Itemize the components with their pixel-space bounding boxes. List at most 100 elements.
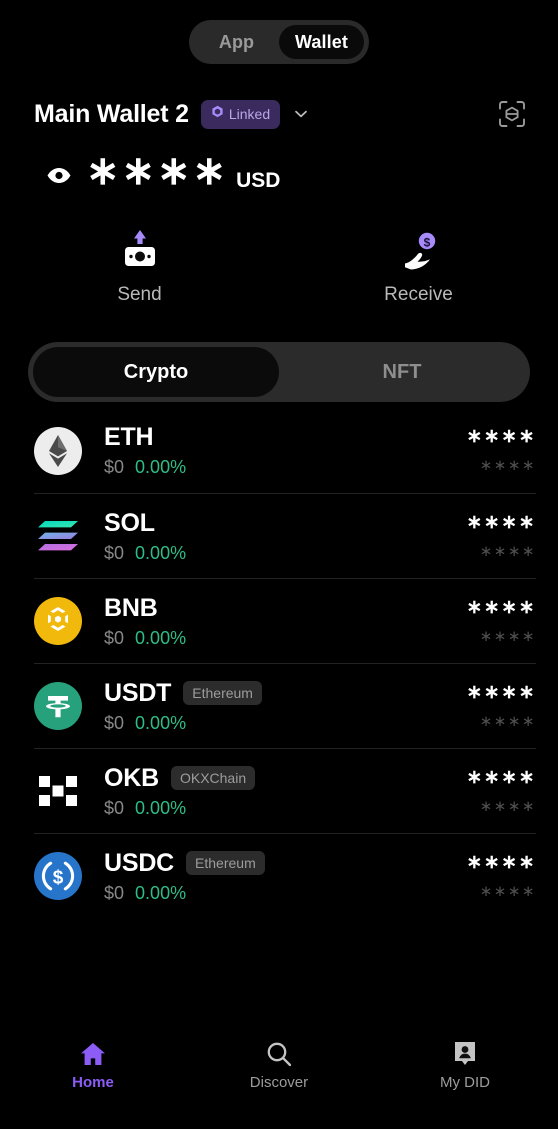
toggle-option-wallet[interactable]: Wallet bbox=[279, 25, 364, 59]
app-wallet-toggle[interactable]: App Wallet bbox=[189, 20, 369, 64]
nav-label-discover: Discover bbox=[249, 1074, 309, 1091]
token-value-masked: ∗∗∗∗ bbox=[479, 797, 536, 815]
toggle-option-app[interactable]: App bbox=[194, 25, 279, 59]
token-list: ETH $0 0.00% ∗∗∗∗ ∗∗∗∗ SOL $0 0.00% ∗∗∗∗… bbox=[0, 408, 558, 1129]
asset-type-tabs[interactable]: Crypto NFT bbox=[28, 342, 530, 402]
token-symbol: SOL bbox=[104, 508, 155, 537]
token-title-row: BNB bbox=[104, 594, 456, 623]
token-info: USDC Ethereum $0 0.00% bbox=[104, 849, 456, 904]
linked-badge-label: Linked bbox=[228, 106, 271, 122]
token-title-row: USDT Ethereum bbox=[104, 679, 456, 708]
tab-crypto[interactable]: Crypto bbox=[33, 347, 279, 397]
token-change: 0.00% bbox=[135, 797, 187, 818]
asset-tabs-wrapper: Crypto NFT bbox=[0, 306, 558, 402]
linked-status-badge[interactable]: Linked bbox=[200, 99, 281, 129]
balance-currency: USD bbox=[236, 169, 281, 192]
token-value-masked: ∗∗∗∗ bbox=[479, 627, 536, 645]
token-change: 0.00% bbox=[135, 542, 187, 563]
token-balance: ∗∗∗∗ ∗∗∗∗ bbox=[456, 851, 536, 899]
token-info: OKB OKXChain $0 0.00% bbox=[104, 764, 456, 819]
token-symbol: USDT bbox=[104, 678, 172, 707]
id-badge-icon bbox=[452, 1039, 478, 1069]
receive-label: Receive bbox=[384, 284, 453, 305]
okb-icon bbox=[34, 767, 82, 815]
solana-icon bbox=[34, 512, 82, 560]
token-balance: ∗∗∗∗ ∗∗∗∗ bbox=[456, 681, 536, 730]
search-icon bbox=[265, 1039, 293, 1069]
token-symbol: OKB bbox=[104, 763, 159, 792]
token-price: $0 bbox=[104, 797, 125, 818]
token-value-masked: ∗∗∗∗ bbox=[479, 712, 536, 730]
home-icon bbox=[79, 1039, 107, 1069]
table-row[interactable]: USDT Ethereum $0 0.00% ∗∗∗∗ ∗∗∗∗ bbox=[34, 663, 536, 748]
wallet-header: Main Wallet 2 Linked bbox=[0, 64, 558, 130]
token-change: 0.00% bbox=[135, 712, 187, 733]
table-row[interactable]: ETH $0 0.00% ∗∗∗∗ ∗∗∗∗ bbox=[34, 408, 536, 493]
token-sub: $0 0.00% bbox=[104, 713, 456, 734]
token-change: 0.00% bbox=[135, 627, 187, 648]
send-money-icon bbox=[113, 226, 167, 278]
scan-code-icon[interactable] bbox=[496, 98, 528, 130]
receive-button[interactable]: $ Receive bbox=[279, 226, 558, 306]
token-price: $0 bbox=[104, 712, 125, 733]
token-price: $0 bbox=[104, 457, 125, 477]
token-symbol: BNB bbox=[104, 593, 158, 622]
svg-text:$: $ bbox=[423, 236, 430, 250]
token-change: 0.00% bbox=[135, 882, 187, 903]
nav-item-my-did[interactable]: My DID bbox=[372, 1039, 558, 1091]
bnb-icon bbox=[34, 597, 82, 645]
tab-nft[interactable]: NFT bbox=[279, 347, 525, 397]
token-sub: $0 0.00% bbox=[104, 798, 456, 819]
token-balance: ∗∗∗∗ ∗∗∗∗ bbox=[456, 426, 536, 474]
balance-row: ∗∗∗∗ USD bbox=[0, 130, 558, 192]
token-amount-masked: ∗∗∗∗ bbox=[466, 511, 536, 533]
token-balance: ∗∗∗∗ ∗∗∗∗ bbox=[456, 596, 536, 645]
nav-item-discover[interactable]: Discover bbox=[186, 1039, 372, 1091]
token-sub: $0 0.00% bbox=[104, 883, 456, 904]
token-amount-masked: ∗∗∗∗ bbox=[466, 766, 536, 788]
top-toggle-bar: App Wallet bbox=[0, 0, 558, 64]
chain-badge: OKXChain bbox=[170, 766, 256, 790]
hexagon-icon bbox=[211, 105, 224, 124]
chevron-down-icon[interactable] bbox=[292, 105, 310, 123]
token-info: BNB $0 0.00% bbox=[104, 594, 456, 649]
chain-badge: Ethereum bbox=[183, 681, 262, 705]
token-balance: ∗∗∗∗ ∗∗∗∗ bbox=[456, 511, 536, 560]
token-info: USDT Ethereum $0 0.00% bbox=[104, 679, 456, 734]
table-row[interactable]: OKB OKXChain $0 0.00% ∗∗∗∗ ∗∗∗∗ bbox=[34, 748, 536, 833]
wallet-name[interactable]: Main Wallet 2 bbox=[34, 100, 189, 129]
token-sub: $0 0.00% bbox=[104, 457, 456, 478]
token-title-row: USDC Ethereum bbox=[104, 849, 456, 878]
send-button[interactable]: Send bbox=[0, 226, 279, 306]
wallet-screen: App Wallet Main Wallet 2 Linked ∗∗∗∗ USD… bbox=[0, 0, 558, 1129]
token-value-masked: ∗∗∗∗ bbox=[479, 542, 536, 560]
nav-label-my-did: My DID bbox=[439, 1074, 490, 1091]
table-row[interactable]: BNB $0 0.00% ∗∗∗∗ ∗∗∗∗ bbox=[34, 578, 536, 663]
svg-text:$: $ bbox=[53, 868, 64, 889]
table-row[interactable]: SOL $0 0.00% ∗∗∗∗ ∗∗∗∗ bbox=[34, 493, 536, 578]
table-row[interactable]: $ USDC Ethereum $0 0.00% ∗∗∗∗ ∗∗∗∗ bbox=[34, 833, 536, 918]
token-amount-masked: ∗∗∗∗ bbox=[466, 851, 536, 873]
token-title-row: OKB OKXChain bbox=[104, 764, 456, 793]
token-balance: ∗∗∗∗ ∗∗∗∗ bbox=[456, 766, 536, 815]
usdc-icon: $ bbox=[34, 852, 82, 900]
token-price: $0 bbox=[104, 627, 125, 648]
nav-label-home: Home bbox=[72, 1074, 114, 1091]
token-amount-masked: ∗∗∗∗ bbox=[466, 426, 536, 447]
bottom-navigation: Home Discover My DID bbox=[0, 1031, 558, 1129]
receive-money-icon: $ bbox=[392, 226, 446, 278]
balance-masked-value: ∗∗∗∗ bbox=[86, 149, 229, 193]
token-amount-masked: ∗∗∗∗ bbox=[466, 596, 536, 618]
token-price: $0 bbox=[104, 542, 125, 563]
chain-badge: Ethereum bbox=[186, 851, 265, 875]
token-change: 0.00% bbox=[135, 457, 187, 477]
token-info: SOL $0 0.00% bbox=[104, 509, 456, 564]
token-value-masked: ∗∗∗∗ bbox=[479, 457, 536, 474]
eye-icon[interactable] bbox=[46, 162, 72, 188]
token-sub: $0 0.00% bbox=[104, 543, 456, 564]
token-sub: $0 0.00% bbox=[104, 628, 456, 649]
nav-item-home[interactable]: Home bbox=[0, 1039, 186, 1091]
token-amount-masked: ∗∗∗∗ bbox=[466, 681, 536, 703]
token-title-row: SOL bbox=[104, 509, 456, 538]
token-symbol: USDC bbox=[104, 848, 175, 877]
